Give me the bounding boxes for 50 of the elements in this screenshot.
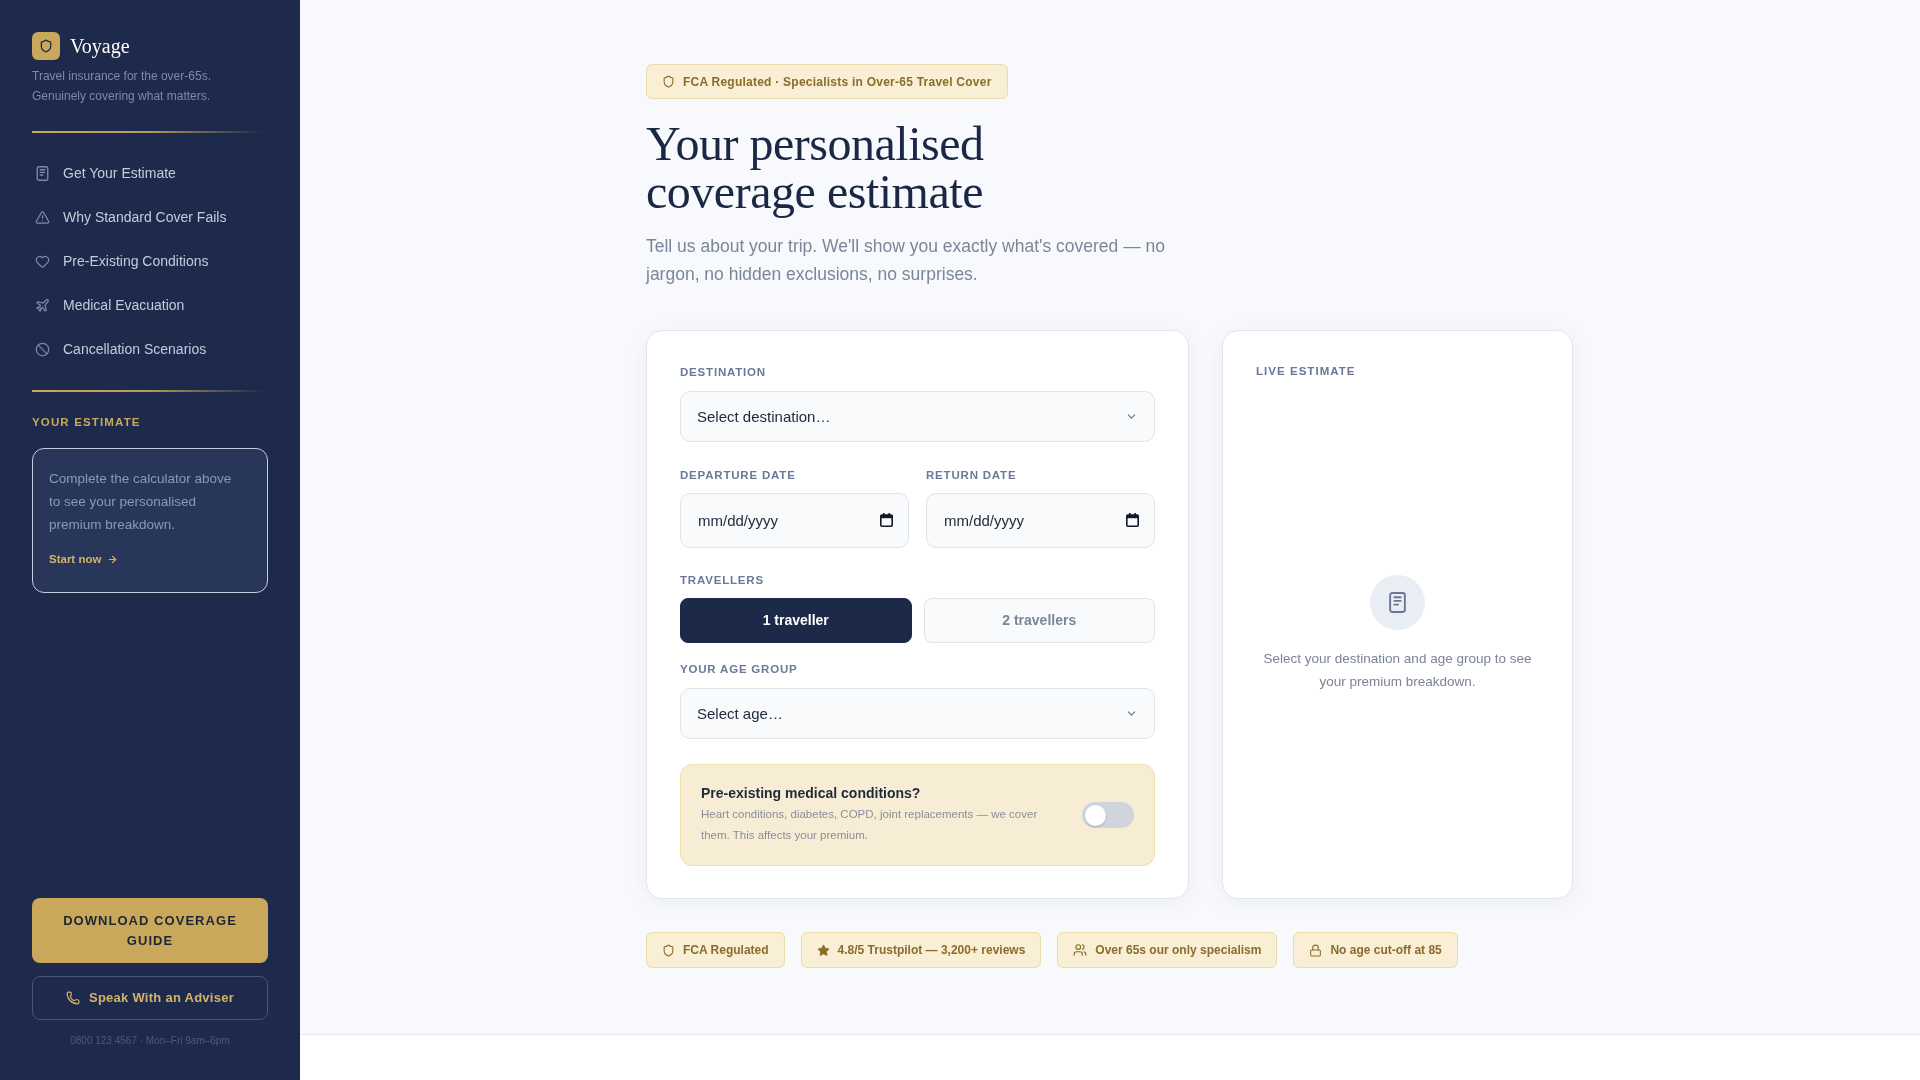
phone-icon: [66, 991, 80, 1005]
regulation-badge: FCA Regulated · Specialists in Over-65 Travel Cover: [646, 64, 1008, 99]
nav-item[interactable]: Medical Evacuation: [32, 283, 268, 327]
lock-icon: [1309, 943, 1323, 957]
badge-label: FCA Regulated: [683, 942, 769, 959]
adviser-button[interactable]: Speak With an Adviser: [32, 976, 268, 1020]
traveller-option[interactable]: 1 traveller: [680, 598, 912, 643]
field-label: YOUR AGE GROUP: [680, 662, 799, 676]
shield-icon: [662, 943, 675, 957]
badge-label: Over 65s our only specialism: [1095, 942, 1262, 959]
field-label: DEPARTURE DATE: [680, 468, 797, 482]
medical-description: Heart conditions, diabetes, COPD, joint replacements — we cover them. This affects your premium.: [701, 807, 1039, 843]
nav-item[interactable]: Pre-Existing Conditions: [32, 239, 268, 283]
estimate-heading: YOUR ESTIMATE: [32, 415, 142, 429]
calendar-icon[interactable]: [1126, 513, 1139, 527]
live-estimate-message: Select your destination and age group to see your premium breakdown.: [1262, 649, 1533, 691]
brand-name: Voyage: [70, 34, 130, 58]
arrow-right-icon: [107, 553, 119, 565]
medical-title: Pre-existing medical conditions?: [701, 784, 922, 802]
heart-icon: [35, 253, 50, 269]
nav-item[interactable]: Cancellation Scenarios: [32, 327, 268, 371]
date-input[interactable]: mm/dd/yyyy: [680, 493, 909, 548]
nav-item[interactable]: Get Your Estimate: [32, 151, 268, 195]
warning-icon: [35, 209, 50, 225]
plane-icon: [35, 297, 50, 313]
toggle-switch[interactable]: [1082, 802, 1134, 828]
traveller-option[interactable]: 2 travellers: [923, 598, 1155, 643]
brand-tagline: Travel insurance for the over-65s. Genuinely covering what matters.: [32, 68, 212, 105]
prohibited-icon: [35, 341, 50, 357]
nav-item[interactable]: Why Standard Cover Fails: [32, 195, 268, 239]
field-label: DESTINATION: [680, 365, 767, 379]
download-guide-button[interactable]: DOWNLOAD COVERAGE GUIDE: [32, 898, 268, 963]
estimate-message: Complete the calculator above to see your personalised premium breakdown.: [49, 470, 233, 534]
live-estimate-heading: LIVE ESTIMATE: [1256, 364, 1357, 378]
shield-icon: [662, 75, 675, 88]
page-subtitle: Tell us about your trip. We'll show you exactly what's covered — no jargon, no hidden exclusions, no surprises.: [646, 235, 1166, 286]
badge-label: 4.8/5 Trustpilot — 3,200+ reviews: [837, 942, 1026, 959]
start-now-link[interactable]: Start now: [49, 552, 119, 566]
date-input[interactable]: mm/dd/yyyy: [926, 493, 1155, 548]
shield-logo-icon: [32, 32, 60, 60]
star-icon: [816, 943, 830, 957]
document-icon: [35, 165, 50, 181]
calendar-icon[interactable]: [880, 513, 893, 527]
badge-label: No age cut-off at 85: [1330, 942, 1442, 959]
field-label: TRAVELLERS: [680, 573, 765, 587]
people-icon: [1073, 943, 1088, 957]
age-group-select[interactable]: Select age…: [680, 688, 1155, 739]
page-title: Your personalised coverage estimate: [646, 120, 985, 216]
field-label: RETURN DATE: [926, 468, 1018, 482]
destination-select[interactable]: Select destination…: [680, 391, 1155, 442]
